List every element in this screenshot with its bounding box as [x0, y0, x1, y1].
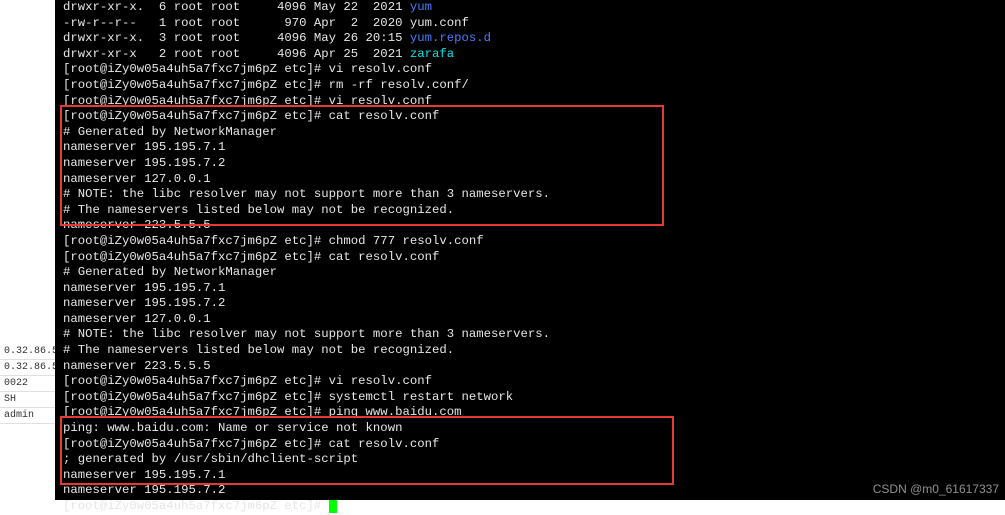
file-line: nameserver 127.0.0.1 — [63, 172, 997, 188]
file-line: nameserver 195.195.7.2 — [63, 296, 997, 312]
file-line: ; generated by /usr/sbin/dhclient-script — [63, 452, 997, 468]
cursor-icon — [329, 500, 337, 513]
prompt-line: [root@iZy0w05a4uh5a7fxc7jm6pZ etc]# chmo… — [63, 234, 997, 250]
file-line: nameserver 223.5.5.5 — [63, 359, 997, 375]
prompt-line: [root@iZy0w05a4uh5a7fxc7jm6pZ etc]# cat … — [63, 250, 997, 266]
file-line: nameserver 195.195.7.1 — [63, 468, 997, 484]
ls-row: drwxr-xr-x. 3 root root 4096 May 26 20:1… — [63, 31, 997, 47]
terminal-output[interactable]: drwxr-xr-x. 6 root root 4096 May 22 2021… — [55, 0, 1005, 500]
dir-name: yum — [410, 0, 432, 14]
prompt-line: [root@iZy0w05a4uh5a7fxc7jm6pZ etc]# vi r… — [63, 62, 997, 78]
ls-row: drwxr-xr-x 2 root root 4096 Apr 25 2021 … — [63, 47, 997, 63]
prompt-line-active[interactable]: [root@iZy0w05a4uh5a7fxc7jm6pZ etc]# — [63, 499, 997, 515]
prompt-line: [root@iZy0w05a4uh5a7fxc7jm6pZ etc]# cat … — [63, 437, 997, 453]
file-line: nameserver 195.195.7.1 — [63, 281, 997, 297]
file-line: # The nameservers listed below may not b… — [63, 343, 997, 359]
sidebar-item[interactable]: admin — [0, 408, 55, 424]
file-line: # NOTE: the libc resolver may not suppor… — [63, 327, 997, 343]
file-line: nameserver 223.5.5.5 — [63, 218, 997, 234]
prompt-line: [root@iZy0w05a4uh5a7fxc7jm6pZ etc]# vi r… — [63, 374, 997, 390]
prompt-line: [root@iZy0w05a4uh5a7fxc7jm6pZ etc]# syst… — [63, 390, 997, 406]
dir-name: yum.repos.d — [410, 31, 491, 45]
watermark: CSDN @m0_61617337 — [873, 482, 999, 496]
sidebar-item[interactable]: 0022 — [0, 376, 55, 392]
file-line: # Generated by NetworkManager — [63, 125, 997, 141]
prompt-line: [root@iZy0w05a4uh5a7fxc7jm6pZ etc]# ping… — [63, 405, 997, 421]
file-line: # Generated by NetworkManager — [63, 265, 997, 281]
sidebar-item[interactable]: 0.32.86.52 — [0, 344, 55, 360]
prompt-line: [root@iZy0w05a4uh5a7fxc7jm6pZ etc]# rm -… — [63, 78, 997, 94]
file-line: nameserver 195.195.7.2 — [63, 156, 997, 172]
sidebar-item[interactable]: 0.32.86.52 — [0, 360, 55, 376]
ls-row: -rw-r--r-- 1 root root 970 Apr 2 2020 yu… — [63, 16, 997, 32]
file-line: # NOTE: the libc resolver may not suppor… — [63, 187, 997, 203]
file-line: nameserver 127.0.0.1 — [63, 312, 997, 328]
file-line: # The nameservers listed below may not b… — [63, 203, 997, 219]
file-line: nameserver 195.195.7.2 — [63, 483, 997, 499]
ping-output: ping: www.baidu.com: Name or service not… — [63, 421, 997, 437]
ls-row: drwxr-xr-x. 6 root root 4096 May 22 2021… — [63, 0, 997, 16]
prompt-line: [root@iZy0w05a4uh5a7fxc7jm6pZ etc]# cat … — [63, 109, 997, 125]
connection-sidebar: 0.32.86.52 0.32.86.52 0022 SH admin — [0, 344, 55, 424]
file-line: nameserver 195.195.7.1 — [63, 140, 997, 156]
sidebar-item[interactable]: SH — [0, 392, 55, 408]
prompt-line: [root@iZy0w05a4uh5a7fxc7jm6pZ etc]# vi r… — [63, 94, 997, 110]
dir-name: zarafa — [410, 47, 454, 61]
